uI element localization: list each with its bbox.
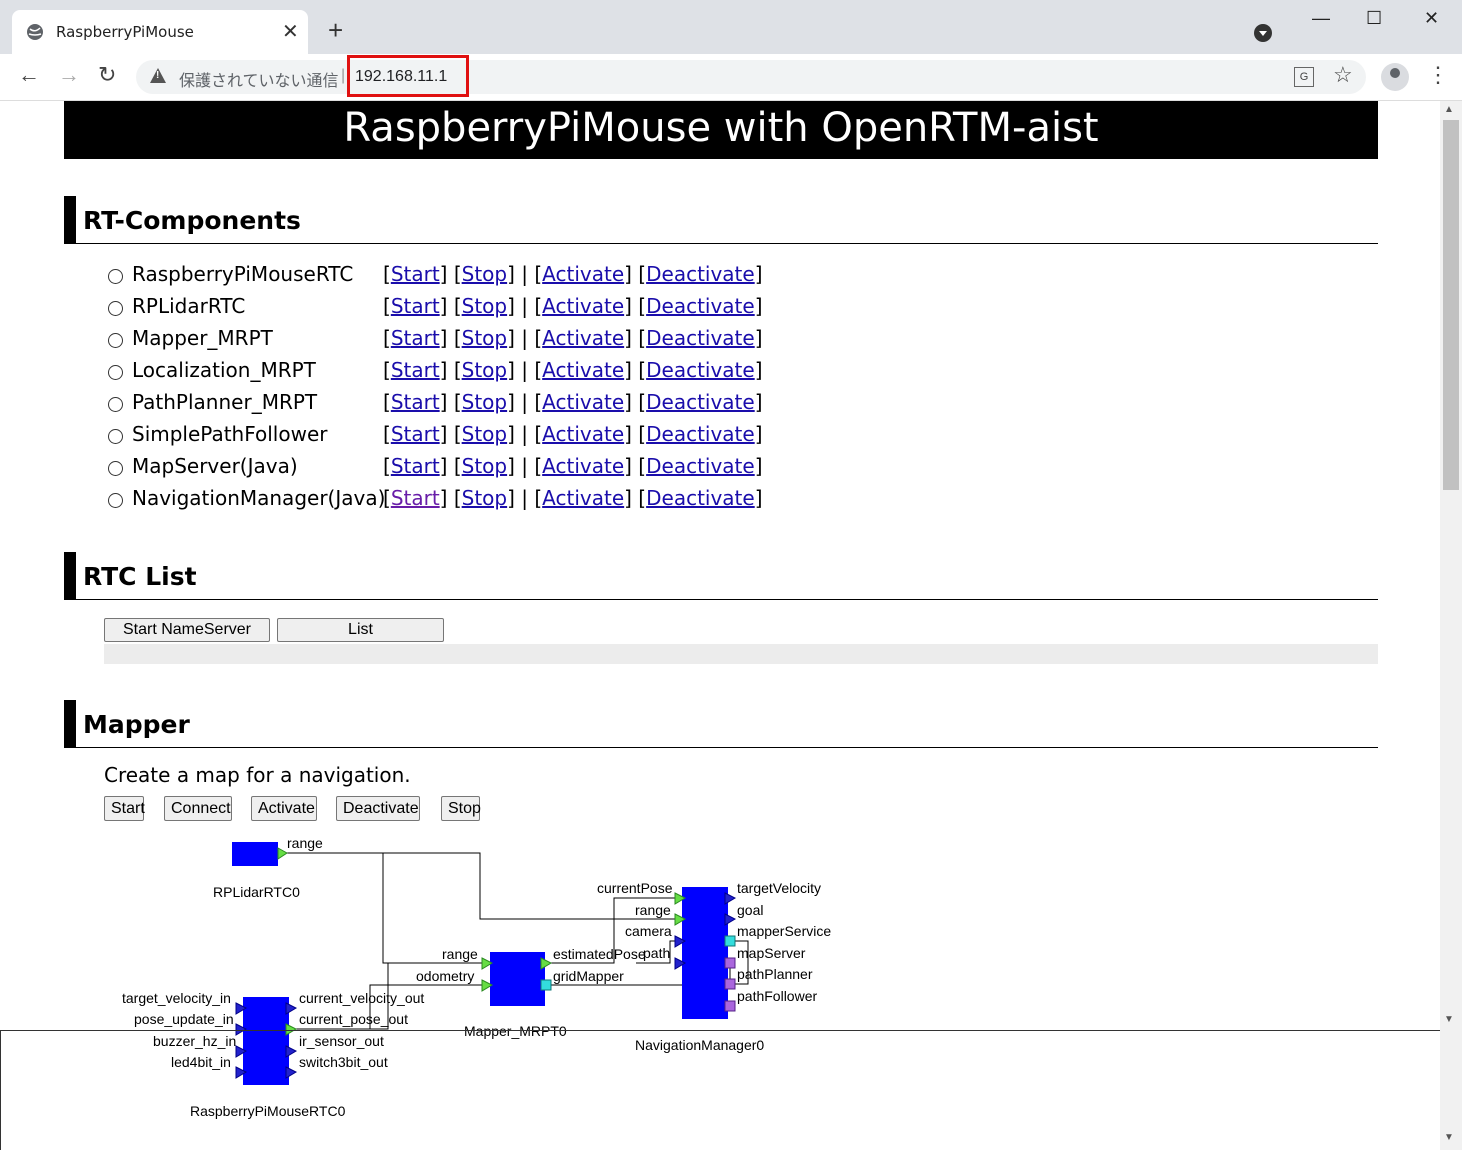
port-label: range bbox=[635, 902, 671, 918]
forward-icon[interactable]: → bbox=[58, 62, 80, 88]
browser-titlebar: RaspberryPiMouse ✕ + — ☐ ✕ bbox=[0, 0, 1462, 54]
component-label: RPLidarRTC0 bbox=[213, 884, 300, 900]
port-label: range bbox=[442, 946, 478, 962]
bookmark-star-icon[interactable]: ☆ bbox=[1333, 62, 1353, 88]
port-label: ir_sensor_out bbox=[299, 1033, 384, 1049]
port-out-icon[interactable] bbox=[724, 892, 737, 905]
minimize-icon[interactable]: — bbox=[1312, 8, 1330, 29]
port-label: current_velocity_out bbox=[299, 990, 424, 1006]
port-out-icon[interactable] bbox=[285, 1002, 298, 1015]
component-label: NavigationManager0 bbox=[635, 1037, 764, 1053]
port-label: mapperService bbox=[737, 923, 831, 939]
rtc-diagram: range RPLidarRTC0 range odometry estimat… bbox=[122, 835, 831, 1119]
port-label: buzzer_hz_in bbox=[153, 1033, 236, 1049]
service-port-icon[interactable] bbox=[724, 1000, 736, 1012]
url-highlight-box bbox=[347, 55, 469, 97]
scroll-down-icon[interactable]: ▼ bbox=[1444, 1014, 1454, 1025]
rplidar-component-block[interactable] bbox=[232, 842, 278, 866]
maximize-icon[interactable]: ☐ bbox=[1366, 8, 1382, 29]
service-port-icon[interactable] bbox=[724, 978, 736, 990]
port-label: odometry bbox=[416, 968, 474, 984]
service-port-icon[interactable] bbox=[724, 957, 736, 969]
browser-tab[interactable]: RaspberryPiMouse ✕ bbox=[12, 10, 308, 54]
port-label: path bbox=[643, 945, 670, 961]
back-icon[interactable]: ← bbox=[18, 62, 40, 88]
port-out-icon[interactable] bbox=[285, 1045, 298, 1058]
port-out-icon[interactable] bbox=[285, 1066, 298, 1079]
component-label: RaspberryPiMouseRTC0 bbox=[190, 1103, 346, 1119]
reload-icon[interactable]: ↻ bbox=[98, 62, 116, 88]
port-label: current_pose_out bbox=[299, 1011, 408, 1027]
port-label: pathPlanner bbox=[737, 966, 813, 982]
close-window-icon[interactable]: ✕ bbox=[1424, 8, 1439, 29]
port-label: camera bbox=[625, 923, 672, 939]
browser-toolbar: ← → ↻ 保護されていない通信 | 192.168.11.1 G ☆ ⋮ bbox=[0, 54, 1462, 101]
port-out-icon[interactable] bbox=[724, 913, 737, 926]
navmgr-component-block[interactable] bbox=[682, 887, 728, 1019]
tab-title: RaspberryPiMouse bbox=[56, 23, 194, 41]
page-content: RaspberryPiMouse with OpenRTM-aist RT-Co… bbox=[0, 101, 1440, 1150]
port-label: pose_update_in bbox=[134, 1011, 234, 1027]
insecure-label[interactable]: 保護されていない通信 bbox=[179, 67, 339, 91]
port-out-icon[interactable] bbox=[277, 847, 288, 860]
tab-close-icon[interactable]: ✕ bbox=[282, 19, 299, 44]
port-label: estimatedPose bbox=[553, 946, 646, 962]
mapper-component-block[interactable] bbox=[490, 952, 545, 1006]
translate-icon[interactable]: G bbox=[1294, 67, 1314, 87]
tab-search-icon[interactable] bbox=[1254, 24, 1272, 42]
window-edge bbox=[0, 1031, 1, 1150]
port-label: currentPose bbox=[597, 880, 673, 896]
port-label: switch3bit_out bbox=[299, 1054, 388, 1070]
globe-icon bbox=[27, 24, 43, 40]
port-label: targetVelocity bbox=[737, 880, 821, 896]
service-port-icon[interactable] bbox=[724, 935, 736, 947]
profile-avatar-icon[interactable] bbox=[1381, 63, 1409, 91]
address-separator: | bbox=[341, 67, 346, 84]
menu-icon[interactable]: ⋮ bbox=[1427, 62, 1449, 88]
port-out-icon[interactable] bbox=[540, 957, 553, 970]
port-label: led4bit_in bbox=[171, 1054, 231, 1070]
scroll-up-icon[interactable]: ▲ bbox=[1444, 104, 1454, 115]
warning-icon bbox=[150, 68, 166, 83]
port-label: mapServer bbox=[737, 945, 806, 961]
scrollbar-thumb[interactable] bbox=[1443, 120, 1459, 490]
raspi-component-block[interactable] bbox=[243, 997, 289, 1085]
scroll-down-icon[interactable]: ▼ bbox=[1444, 1132, 1454, 1143]
component-label: Mapper_MRPT0 bbox=[464, 1023, 567, 1039]
address-bar[interactable]: 保護されていない通信 | 192.168.11.1 G ☆ bbox=[136, 60, 1366, 94]
port-label: target_velocity_in bbox=[122, 990, 231, 1006]
window-edge bbox=[0, 1030, 1440, 1031]
new-tab-icon[interactable]: + bbox=[328, 17, 343, 43]
port-label: range bbox=[287, 835, 323, 851]
service-port-icon[interactable] bbox=[540, 979, 552, 991]
port-label: goal bbox=[737, 902, 763, 918]
port-label: pathFollower bbox=[737, 988, 817, 1004]
port-label: gridMapper bbox=[553, 968, 624, 984]
